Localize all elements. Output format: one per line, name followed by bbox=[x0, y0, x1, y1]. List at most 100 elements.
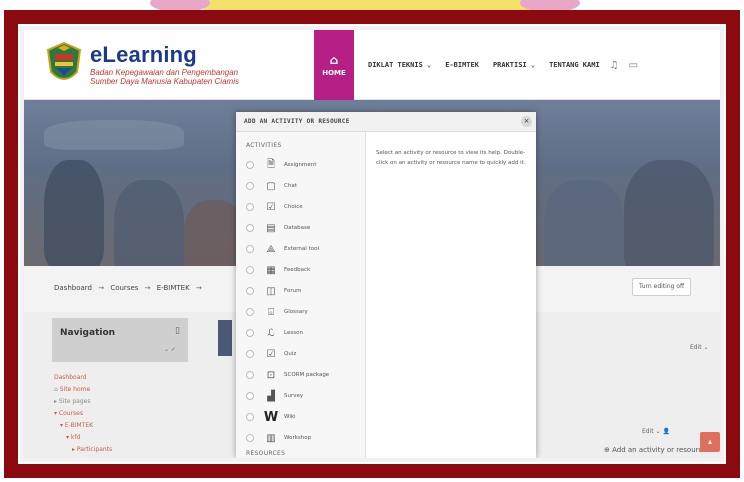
activity-label: Chat bbox=[284, 183, 297, 189]
lesson-icon: ℒ bbox=[267, 327, 275, 339]
activity-option-choice[interactable]: ☑ Choice bbox=[246, 198, 364, 216]
edit-menu[interactable]: Edit ⌄ bbox=[690, 344, 709, 351]
forum-icon: ◫ bbox=[266, 285, 276, 297]
activity-option-external-tool[interactable]: ⟁ External tool bbox=[246, 240, 364, 258]
activity-option-glossary[interactable]: ⌺ Glossary bbox=[246, 303, 364, 321]
activity-option-feedback[interactable]: ▦ Feedback bbox=[246, 261, 364, 279]
nav-tree-item[interactable]: ⌂ Site home bbox=[54, 384, 112, 396]
radio-button[interactable] bbox=[246, 350, 254, 358]
activity-option-workshop[interactable]: ▥ Workshop bbox=[246, 429, 364, 447]
activity-chooser-dialog: ADD AN ACTIVITY OR RESOURCE × ACTIVITIES… bbox=[236, 112, 536, 458]
activity-option-wiki[interactable]: W Wiki bbox=[246, 408, 364, 426]
activity-option-database[interactable]: ▤ Database bbox=[246, 219, 364, 237]
breadcrumb-arrow-icon: → bbox=[98, 284, 105, 292]
breadcrumb-e-bimtek[interactable]: E-BIMTEK bbox=[157, 284, 190, 292]
radio-button[interactable] bbox=[246, 308, 254, 316]
edit-menu[interactable]: Edit ⌄ 👤 bbox=[642, 428, 670, 435]
activity-label: Lesson bbox=[284, 330, 303, 336]
nav-tree-item[interactable]: ▸ Site pages bbox=[54, 396, 112, 408]
breadcrumb: Dashboard → Courses → E-BIMTEK → bbox=[54, 284, 206, 292]
radio-button[interactable] bbox=[246, 203, 254, 211]
nav-home-label: HOME bbox=[322, 69, 346, 77]
messages-icon[interactable]: ▭ bbox=[629, 60, 638, 71]
brand-title[interactable]: eLearning bbox=[90, 42, 239, 68]
nav-tree-item-label: E-BIMTEK bbox=[64, 422, 94, 429]
radio-button[interactable] bbox=[246, 413, 254, 421]
activity-label: Wiki bbox=[284, 414, 296, 420]
radio-button[interactable] bbox=[246, 371, 254, 379]
nav-diklat-teknis[interactable]: DIKLAT TEKNIS ⌄ bbox=[368, 61, 431, 69]
activity-option-quiz[interactable]: ☑ Quiz bbox=[246, 345, 364, 363]
nav-home[interactable]: ⌂ HOME bbox=[314, 30, 354, 100]
dialog-header: ADD AN ACTIVITY OR RESOURCE × bbox=[236, 112, 536, 132]
banner-photo-figure bbox=[44, 120, 184, 150]
activity-label: Assignment bbox=[284, 162, 317, 168]
banner-photo-figure bbox=[544, 180, 624, 266]
radio-button[interactable] bbox=[246, 224, 254, 232]
browser-viewport: eLearning Badan Kepegawaian dan Pengemba… bbox=[24, 30, 720, 458]
radio-button[interactable] bbox=[246, 392, 254, 400]
radio-button[interactable] bbox=[246, 287, 254, 295]
activity-label: Database bbox=[284, 225, 311, 231]
activity-option-survey[interactable]: ▟ Survey bbox=[246, 387, 364, 405]
radio-button[interactable] bbox=[246, 182, 254, 190]
nav-tree-item-label: Participants bbox=[76, 446, 113, 453]
turn-editing-button[interactable]: Turn editing off bbox=[632, 278, 692, 296]
close-icon[interactable]: × bbox=[521, 116, 532, 127]
banner-photo-figure bbox=[114, 180, 184, 266]
banner-photo-figure bbox=[184, 200, 244, 266]
screenshot-frame: eLearning Badan Kepegawaian dan Pengemba… bbox=[18, 24, 726, 464]
activity-option-assignment[interactable]: 🗎 Assignment bbox=[246, 156, 364, 174]
nav-tree-item[interactable]: Dashboard bbox=[54, 372, 112, 384]
navigation-block-title: Navigation bbox=[60, 328, 116, 338]
home-icon: ⌂ bbox=[329, 53, 339, 67]
main-nav: ⌂ HOME DIKLAT TEKNIS ⌄ E-BIMTEK PRAKTISI… bbox=[314, 30, 638, 100]
radio-button[interactable] bbox=[246, 434, 254, 442]
course-header-strip bbox=[218, 320, 232, 356]
brand[interactable]: eLearning Badan Kepegawaian dan Pengemba… bbox=[90, 42, 239, 86]
nav-tree-item[interactable]: ▾ kfd bbox=[54, 432, 112, 444]
wiki-icon: W bbox=[263, 409, 279, 425]
activity-label: External tool bbox=[284, 246, 319, 252]
nav-praktisi[interactable]: PRAKTISI ⌄ bbox=[493, 61, 535, 69]
activity-option-forum[interactable]: ◫ Forum bbox=[246, 282, 364, 300]
dock-icon[interactable]: ▯ bbox=[175, 326, 180, 336]
brand-subtitle: Sumber Daya Manusia Kabupaten Ciamis bbox=[90, 77, 239, 86]
workshop-icon: ▥ bbox=[266, 432, 276, 444]
activity-label: Choice bbox=[284, 204, 303, 210]
breadcrumb-dashboard[interactable]: Dashboard bbox=[54, 284, 92, 292]
nav-tree-item-label: kfd bbox=[70, 434, 81, 441]
nav-tree-item[interactable]: ▾ E-BIMTEK bbox=[54, 420, 112, 432]
activity-option-chat[interactable]: ▢ Chat bbox=[246, 177, 364, 195]
course-content: Edit ⌄ Edit ⌄ 👤 ⊕ Add an activity or res… bbox=[524, 320, 720, 458]
chat-icon: ▢ bbox=[266, 180, 276, 192]
nav-tree-item[interactable]: ▸ Participants bbox=[54, 444, 112, 456]
breadcrumb-arrow-icon: → bbox=[195, 284, 202, 292]
scroll-to-top-button[interactable]: ▴ bbox=[700, 432, 720, 452]
radio-button[interactable] bbox=[246, 329, 254, 337]
radio-button[interactable] bbox=[246, 245, 254, 253]
nav-e-bimtek[interactable]: E-BIMTEK bbox=[445, 61, 479, 69]
add-activity-link[interactable]: ⊕ Add an activity or resource bbox=[604, 446, 707, 454]
activity-option-lesson[interactable]: ℒ Lesson bbox=[246, 324, 364, 342]
regency-crest-icon[interactable] bbox=[46, 42, 82, 86]
scorm-icon: ⊡ bbox=[266, 369, 276, 381]
activity-option-scorm-package[interactable]: ⊡ SCORM package bbox=[246, 366, 364, 384]
nav-tree-item-label: Site pages bbox=[58, 398, 91, 405]
dialog-title: ADD AN ACTIVITY OR RESOURCE bbox=[244, 118, 350, 125]
choice-icon: ☑ bbox=[266, 201, 276, 213]
nav-tree-item[interactable]: ▾ Courses bbox=[54, 408, 112, 420]
quiz-icon: ☑ bbox=[266, 348, 276, 360]
breadcrumb-courses[interactable]: Courses bbox=[110, 284, 138, 292]
banner-photo-figure bbox=[624, 160, 714, 266]
block-actions-icon[interactable]: ⌄ ✓ bbox=[164, 346, 176, 353]
red-frame: eLearning Badan Kepegawaian dan Pengemba… bbox=[4, 10, 740, 478]
dialog-help-text: Select an activity or resource to view i… bbox=[376, 150, 526, 166]
navigation-tree: Dashboard ⌂ Site home ▸ Site pages ▾ Cou… bbox=[54, 372, 112, 456]
external-tool-icon: ⟁ bbox=[266, 243, 276, 255]
activity-label: Workshop bbox=[284, 435, 312, 441]
radio-button[interactable] bbox=[246, 266, 254, 274]
radio-button[interactable] bbox=[246, 161, 254, 169]
nav-tentang-kami[interactable]: TENTANG KAMI bbox=[549, 61, 600, 69]
notifications-icon[interactable]: ♫ bbox=[610, 60, 619, 71]
